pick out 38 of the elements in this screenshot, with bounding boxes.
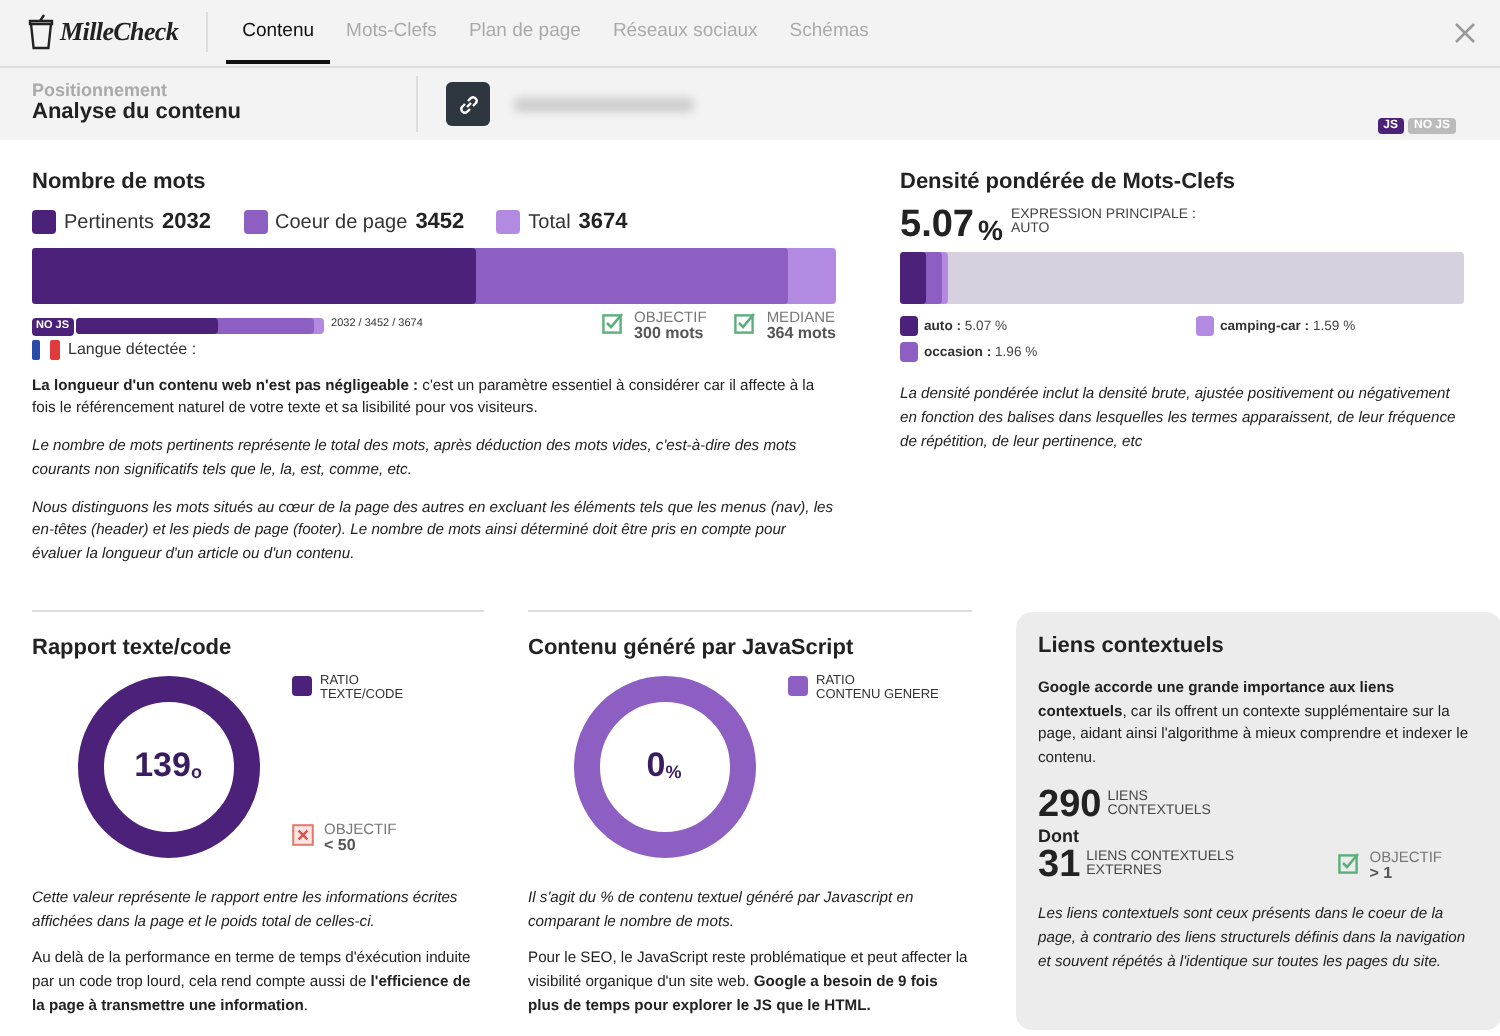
ratio-value: 0 xyxy=(646,746,666,787)
app-logo: MilleCheck xyxy=(60,16,179,48)
target-value: < 50 xyxy=(324,837,358,854)
ratio-value: 139 xyxy=(134,746,191,787)
section-title: Nombre de mots xyxy=(32,170,208,194)
legend-value: 3674 xyxy=(578,210,628,234)
cup-icon xyxy=(28,14,54,50)
legend-value: 3452 xyxy=(415,210,465,234)
section-label: Positionnement xyxy=(32,81,170,100)
language-label: Langue détectée : xyxy=(68,340,197,359)
link-count: 31 xyxy=(1038,846,1081,885)
close-icon[interactable] xyxy=(1454,21,1476,43)
density-value: 5.07 xyxy=(900,206,974,244)
flag-icon xyxy=(32,339,60,360)
target-value: 300 mots xyxy=(634,325,706,341)
legend-label: Total xyxy=(528,211,571,233)
link-icon xyxy=(457,93,479,115)
legend-value: 2032 xyxy=(162,210,212,234)
subset-label: Dont xyxy=(1038,826,1081,847)
nav-tab[interactable]: Schémas xyxy=(773,0,885,64)
legend-label: Pertinents xyxy=(64,211,155,233)
section-title: Densité pondérée de Mots-Clefs xyxy=(900,170,1237,194)
legend-label: Coeur de page xyxy=(275,211,408,233)
link-count: 290 xyxy=(1038,786,1102,825)
nav-tab[interactable]: Mots-Clefs xyxy=(330,0,453,64)
nav-tab[interactable]: Plan de page xyxy=(452,0,597,64)
density-unit: % xyxy=(977,214,1003,246)
ratio-unit: % xyxy=(665,762,682,783)
section-title: Rapport texte/code xyxy=(32,635,234,660)
section-title: Contenu généré par JavaScript xyxy=(528,635,856,660)
ratio-unit: o xyxy=(190,762,202,783)
nav-tab[interactable]: Réseaux sociaux xyxy=(596,0,774,64)
card-title: Liens contextuels xyxy=(1038,633,1226,658)
nav-tab[interactable]: Contenu xyxy=(226,0,331,64)
link-button[interactable] xyxy=(446,82,490,126)
target-value: > 1 xyxy=(1369,865,1395,882)
page-title: Analyse du contenu xyxy=(32,99,244,127)
target-value: 364 mots xyxy=(766,325,836,341)
